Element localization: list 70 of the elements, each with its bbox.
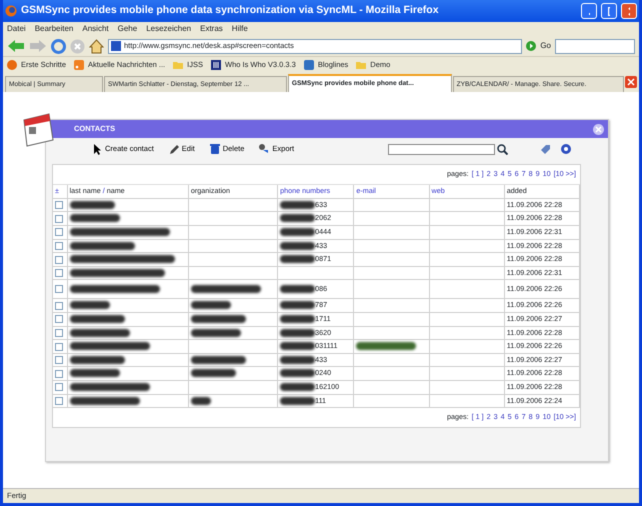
go-icon[interactable] [526,41,536,51]
redaction-scribble [280,396,316,405]
menu-item[interactable]: Gehe [118,23,138,35]
maximize-button[interactable] [601,3,617,19]
row-checkbox[interactable] [55,201,63,210]
redaction-scribble [70,214,120,222]
row-checkbox[interactable] [55,228,63,236]
redaction-scribble [70,328,130,337]
redaction-scribble [280,383,316,391]
redaction-scribble [280,328,316,337]
menu-item[interactable]: Bearbeiten [34,23,74,35]
firefox-icon [5,5,17,17]
menu-item[interactable]: Lesezeichen [146,23,192,35]
search-field[interactable] [555,38,635,54]
redaction-scribble [280,285,316,294]
row-checkbox[interactable] [55,269,63,278]
menu-item[interactable]: Extras [200,23,223,35]
redaction-scribble [280,315,316,324]
rss-icon[interactable] [74,60,84,70]
trash-icon [208,143,221,155]
window-title: GSMSync provides mobile phone data synchronization via SyncML - Mozilla Firefox [21,3,440,18]
row-checkbox[interactable] [55,315,63,324]
redaction-scribble [280,228,316,236]
square-icon[interactable] [304,60,314,70]
pointer-icon [91,143,103,155]
row-checkbox[interactable] [55,256,63,264]
close-tab-icon[interactable] [625,76,638,88]
redaction-scribble [280,356,316,364]
close-icon[interactable] [593,124,604,134]
row-checkbox[interactable] [55,302,63,310]
reload-icon[interactable] [51,38,66,54]
redaction-scribble [280,200,316,209]
home-icon[interactable] [89,38,104,54]
redaction-scribble [70,301,110,310]
row-checkbox[interactable] [55,285,63,294]
redaction-scribble [70,396,140,405]
redaction-scribble [70,315,125,324]
redaction-scribble [70,200,115,209]
redaction-scribble [70,356,125,364]
forward-arrow-icon[interactable] [29,39,47,53]
row-checkbox[interactable] [55,342,63,351]
pencil-icon [168,143,180,155]
row-checkbox[interactable] [55,328,63,337]
row-checkbox[interactable] [55,396,63,405]
search-icon[interactable] [497,143,508,155]
redaction-scribble [280,255,316,264]
redaction-scribble [280,301,316,310]
go-button[interactable]: Go [540,40,551,52]
row-checkbox[interactable] [55,356,63,364]
back-arrow-icon[interactable] [7,39,25,53]
search-field[interactable] [388,144,496,154]
menu-item[interactable]: Datei [7,23,26,35]
redaction-scribble [70,242,135,250]
menu-item[interactable]: Hilfe [232,23,248,35]
redaction-scribble [280,214,316,222]
redaction-scribble [280,242,316,250]
row-checkbox[interactable] [55,214,63,223]
firefox-icon[interactable] [7,60,17,70]
site-icon [111,41,121,51]
tag-icon[interactable] [540,143,552,155]
grid-icon[interactable] [210,60,221,70]
close-button[interactable] [621,3,637,19]
row-checkbox[interactable] [55,370,63,378]
redaction-scribble [280,342,316,350]
redaction-scribble [70,369,120,378]
menu-item[interactable]: Ansicht [82,23,109,35]
row-checkbox[interactable] [55,242,63,250]
row-checkbox[interactable] [55,383,63,392]
minimize-button[interactable] [581,3,597,19]
redaction-scribble [280,369,316,378]
